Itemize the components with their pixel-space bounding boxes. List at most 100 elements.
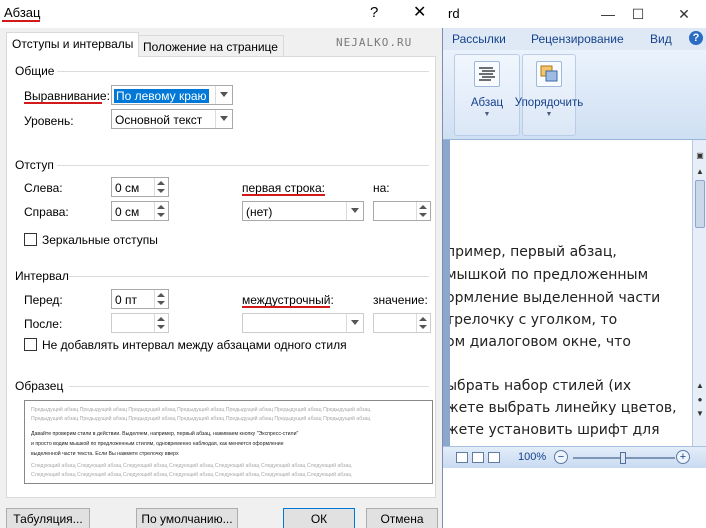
chevron-down-icon[interactable] — [346, 202, 363, 220]
alignment-value: По левому краю — [114, 89, 209, 103]
document-area[interactable]: пример, первый абзац, мышкой по предложе… — [440, 140, 692, 446]
spin-down-icon[interactable] — [157, 325, 165, 329]
set-default-button[interactable]: По умолчанию... — [136, 508, 238, 528]
tab-review[interactable]: Рецензирование — [531, 32, 624, 46]
red-underline — [24, 102, 102, 104]
arrange-group-button[interactable]: Упорядочить ▼ — [515, 54, 583, 136]
close-icon[interactable]: ✕ — [413, 2, 426, 22]
zoom-out-icon[interactable]: − — [554, 450, 568, 464]
line-spacing-label: междустрочный: — [242, 293, 334, 307]
spin-down-icon[interactable] — [157, 301, 165, 305]
line-spacing-select[interactable] — [242, 313, 364, 333]
cancel-button[interactable]: Отмена — [366, 508, 438, 528]
spinner-arrows[interactable] — [154, 314, 168, 332]
alignment-select[interactable]: По левому краю — [111, 85, 233, 105]
preview-sample-line: выделенной части текста. Если Вы нажмете… — [31, 451, 179, 457]
separator — [69, 386, 429, 387]
chevron-down-icon: ▼ — [483, 111, 491, 118]
spin-down-icon[interactable] — [157, 213, 165, 217]
watermark: NEJALKO.RU — [336, 36, 413, 49]
spinner-arrows[interactable] — [416, 314, 430, 332]
chevron-down-icon[interactable] — [215, 86, 232, 104]
tabs-button[interactable]: Табуляция... — [6, 508, 90, 528]
status-bar: 100% − + — [440, 446, 706, 468]
close-icon[interactable]: ✕ — [664, 2, 704, 26]
mirror-indents-label[interactable]: Зеркальные отступы — [42, 233, 158, 247]
ok-button[interactable]: ОК — [283, 508, 355, 528]
paragraph-icon — [474, 61, 500, 87]
no-space-same-style-label[interactable]: Не добавлять интервал между абзацами одн… — [42, 338, 347, 352]
indent-right-spinner[interactable]: 0 см — [111, 201, 169, 221]
word-bottom-area — [440, 468, 706, 528]
ribbon-tabs: Рассылки Рецензирование Вид ? — [440, 28, 706, 50]
separator — [69, 276, 429, 277]
view-print-layout-icon[interactable] — [456, 452, 468, 463]
indent-right-label: Справа: — [24, 205, 69, 219]
preview-next-line: Следующий абзац Следующий абзац Следующи… — [31, 472, 352, 478]
document-line: мышкой по предложенным — [446, 267, 649, 283]
spinner-arrows[interactable] — [154, 290, 168, 308]
tab-view[interactable]: Вид — [650, 32, 672, 46]
select-browse-icon[interactable]: ● — [694, 394, 706, 406]
zoom-slider-thumb[interactable] — [620, 452, 626, 464]
separator — [57, 71, 429, 72]
line-spacing-at-spinner[interactable] — [373, 313, 431, 333]
line-spacing-at-label: значение: — [373, 293, 428, 307]
view-reading-icon[interactable] — [472, 452, 484, 463]
zoom-in-icon[interactable]: + — [676, 450, 690, 464]
document-line: ом диалоговом окне, что — [446, 334, 631, 350]
ruler-toggle-icon[interactable]: ▣ — [694, 150, 706, 162]
indent-by-spinner[interactable] — [373, 201, 431, 221]
zoom-level[interactable]: 100% — [518, 451, 546, 463]
maximize-icon[interactable]: ☐ — [618, 2, 658, 26]
separator — [57, 165, 429, 166]
no-space-same-style-checkbox[interactable] — [24, 338, 37, 351]
spacing-before-label: Перед: — [24, 293, 63, 307]
general-section-header: Общие — [15, 64, 55, 78]
spinner-arrows[interactable] — [154, 202, 168, 220]
help-icon[interactable]: ? — [689, 31, 703, 45]
spin-up-icon[interactable] — [157, 181, 165, 185]
spinner-arrows[interactable] — [154, 178, 168, 196]
paragraph-dialog: Абзац ? ✕ Отступы и интервалы Положение … — [0, 0, 443, 528]
indent-right-value: 0 см — [115, 205, 140, 219]
spacing-section-header: Интервал — [15, 269, 69, 283]
help-icon[interactable]: ? — [370, 4, 378, 21]
arrange-icon — [536, 61, 562, 87]
view-web-icon[interactable] — [488, 452, 500, 463]
spin-up-icon[interactable] — [157, 205, 165, 209]
tab-panel: Общие Выравнивание: По левому краю Урове… — [6, 56, 436, 498]
first-line-select[interactable]: (нет) — [242, 201, 364, 221]
indent-by-label: на: — [373, 181, 390, 195]
scroll-down-icon[interactable]: ▼ — [694, 408, 706, 420]
indent-left-spinner[interactable]: 0 см — [111, 177, 169, 197]
spin-up-icon[interactable] — [157, 317, 165, 321]
spin-down-icon[interactable] — [157, 189, 165, 193]
spacing-after-spinner[interactable] — [111, 313, 169, 333]
spacing-before-spinner[interactable]: 0 пт — [111, 289, 169, 309]
level-select[interactable]: Основной текст — [111, 109, 233, 129]
tab-mailings[interactable]: Рассылки — [452, 32, 506, 46]
paragraph-group-label: Абзац — [470, 97, 504, 109]
spacing-before-value: 0 пт — [115, 293, 138, 307]
spin-up-icon[interactable] — [419, 317, 427, 321]
scroll-up-icon[interactable]: ▲ — [694, 380, 706, 392]
indent-left-label: Слева: — [24, 181, 63, 195]
spin-up-icon[interactable] — [157, 293, 165, 297]
document-line: жете установить шрифт для — [446, 422, 660, 438]
preview-sample-line: Давайте проверим стили в действии. Выдел… — [31, 431, 299, 437]
spin-up-icon[interactable] — [419, 205, 427, 209]
tab-line-page-breaks[interactable]: Положение на странице — [137, 35, 284, 56]
scroll-up-icon[interactable]: ▲ — [694, 166, 706, 178]
vertical-scrollbar[interactable]: ▣ ▲ ▲ ● ▼ — [692, 140, 706, 446]
preview-previous-line: Предыдущий абзац Предыдущий абзац Предыд… — [31, 416, 371, 422]
chevron-down-icon[interactable] — [346, 314, 363, 332]
spinner-arrows[interactable] — [416, 202, 430, 220]
chevron-down-icon[interactable] — [215, 110, 232, 128]
spin-down-icon[interactable] — [419, 325, 427, 329]
tab-indents-spacing[interactable]: Отступы и интервалы — [6, 32, 140, 57]
scroll-thumb[interactable] — [695, 180, 705, 228]
mirror-indents-checkbox[interactable] — [24, 233, 37, 246]
paragraph-group-button[interactable]: Абзац ▼ — [454, 54, 520, 136]
spin-down-icon[interactable] — [419, 213, 427, 217]
